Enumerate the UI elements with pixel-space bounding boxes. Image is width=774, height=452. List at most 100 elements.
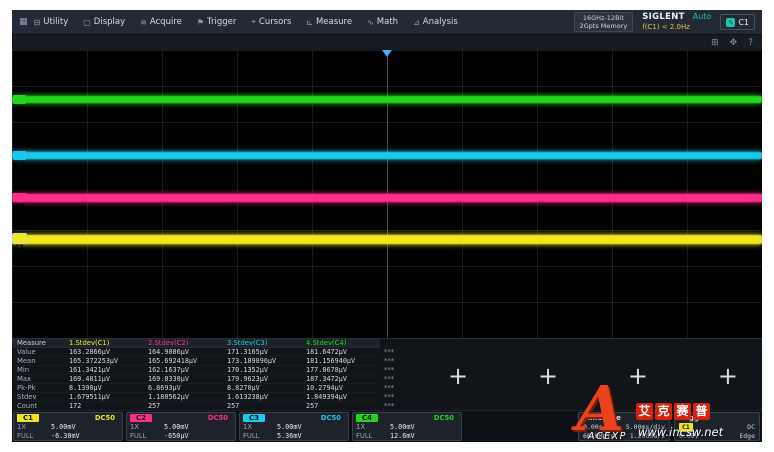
measure-cell: 1.180562µV bbox=[143, 393, 222, 402]
measure-cell: 179.9623µV bbox=[222, 375, 301, 384]
help-icon[interactable]: ? bbox=[748, 36, 753, 50]
measure-cell: 177.0678µV bbox=[301, 366, 380, 375]
measure-cell: 187.3472µV bbox=[301, 375, 380, 384]
analysis-icon: ⊿ bbox=[413, 18, 420, 27]
status-cluster: 16GHz-12Bit 2Gpts Memory SIGLENT Auto f(… bbox=[574, 12, 756, 32]
menu-item-math[interactable]: ∿ Math bbox=[367, 17, 398, 27]
measure-cell: 165.372253µV bbox=[64, 357, 143, 366]
menu-item-label: Display bbox=[94, 17, 125, 27]
channel-offset-marker-c3[interactable]: C3 bbox=[13, 151, 26, 160]
probe-label: 1X bbox=[243, 423, 273, 431]
measure-table: Measure 1.Stdev(C1) 2.Stdev(C2) 3.Stdev(… bbox=[12, 339, 380, 411]
coupling-label: DC50 bbox=[160, 414, 232, 422]
menu-item-cursors[interactable]: ⌖ Cursors bbox=[251, 17, 291, 27]
measure-col-header: 2.Stdev(C2) bbox=[143, 339, 222, 348]
menu-item-analysis[interactable]: ⊿ Analysis bbox=[413, 17, 458, 27]
menu-item-label: Measure bbox=[316, 17, 352, 27]
system-info-badge[interactable]: 16GHz-12Bit 2Gpts Memory bbox=[574, 12, 634, 32]
brand-block: SIGLENT Auto f(C1) < 2.0Hz bbox=[642, 12, 711, 32]
menu-item-label: Cursors bbox=[259, 17, 291, 27]
watermark-brand-cn: 艾 克 赛 普 bbox=[636, 403, 710, 420]
measure-cell: 169.0330µV bbox=[143, 375, 222, 384]
acquisition-mode-badge[interactable]: Auto bbox=[693, 12, 712, 21]
bandwidth-label: 16GHz-12Bit bbox=[580, 14, 628, 22]
measure-cell: 173.189896µV bbox=[222, 357, 301, 366]
empty-measure-value: *** bbox=[384, 366, 394, 375]
scale-value: 5.00mV bbox=[386, 423, 458, 431]
probe-label: 1X bbox=[356, 423, 386, 431]
measure-cell: 6.8693µV bbox=[143, 384, 222, 393]
move-icon[interactable]: ✥ bbox=[730, 36, 738, 50]
channel-offset-marker-c4[interactable]: C4 bbox=[13, 95, 26, 104]
bandwidth-label: FULL bbox=[243, 432, 273, 440]
measure-cell: 181.6472µV bbox=[301, 348, 380, 357]
empty-measure-value: *** bbox=[384, 393, 394, 402]
measure-row-label: Stdev bbox=[12, 393, 64, 402]
coupling-label: DC50 bbox=[273, 414, 345, 422]
scale-value: 5.00mV bbox=[160, 423, 232, 431]
measure-cell: 170.1352µV bbox=[222, 366, 301, 375]
menu-item-display[interactable]: ▢ Display bbox=[83, 17, 125, 27]
trigger-level-marker[interactable] bbox=[756, 194, 762, 202]
memory-label: 2Gpts Memory bbox=[580, 22, 628, 30]
measure-row-label: Mean bbox=[12, 357, 64, 366]
menu-item-trigger[interactable]: ⚑ Trigger bbox=[197, 17, 237, 27]
menu-bar: ▦ ⊟ Utility ▢ Display ≋ Acquire ⚑ Trigge… bbox=[12, 10, 762, 34]
channel-tag-label: C4 bbox=[15, 104, 24, 112]
menu-item-utility[interactable]: ⊟ Utility bbox=[34, 17, 69, 27]
measure-col-header: 1.Stdev(C1) bbox=[64, 339, 143, 348]
measure-cell: 181.156940µV bbox=[301, 357, 380, 366]
grid-icon[interactable]: ⊞ bbox=[711, 36, 719, 50]
channel-tag-label: C3 bbox=[15, 160, 24, 168]
offset-value: 12.6mV bbox=[386, 432, 458, 440]
acquire-icon: ≋ bbox=[140, 18, 147, 27]
trigger-flag-icon: ⚑ bbox=[197, 18, 204, 27]
menu-item-measure[interactable]: ⊾ Measure bbox=[306, 17, 352, 27]
trace-c3 bbox=[12, 152, 762, 159]
frequency-counter: f(C1) < 2.0Hz bbox=[642, 23, 711, 32]
channel-chip: C2 bbox=[130, 414, 152, 422]
measure-row-label: Pk-Pk bbox=[12, 384, 64, 393]
measure-row-label: Min bbox=[12, 366, 64, 375]
channel-chip: C3 bbox=[243, 414, 265, 422]
bandwidth-label: FULL bbox=[17, 432, 47, 440]
trigger-position-marker[interactable] bbox=[382, 50, 392, 57]
measure-cell: 8.8270µV bbox=[222, 384, 301, 393]
watermark-cn-char: 赛 bbox=[674, 403, 691, 420]
measure-cell: 161.3421µV bbox=[64, 366, 143, 375]
waveform-display[interactable]: C4 C3 C2 C1 bbox=[12, 50, 762, 338]
menu-item-acquire[interactable]: ≋ Acquire bbox=[140, 17, 182, 27]
menu-item-label: Analysis bbox=[423, 17, 458, 27]
channel-tag-label: C1 bbox=[15, 243, 24, 251]
watermark-cn-char: 普 bbox=[693, 403, 710, 420]
measure-cell: 171.3165µV bbox=[222, 348, 301, 357]
histogram-cross-icon: + bbox=[448, 362, 468, 390]
channel-offset-marker-c1[interactable]: C1 bbox=[13, 234, 26, 243]
menu-item-label: Acquire bbox=[150, 17, 182, 27]
channel-chip: C1 bbox=[17, 414, 39, 422]
cursors-icon: ⌖ bbox=[251, 17, 256, 27]
channel-descriptor-c3[interactable]: C3 DC50 1X 5.00mV FULL 5.36mV bbox=[239, 412, 349, 441]
coupling-label: DC50 bbox=[386, 414, 458, 422]
measure-col-header: 3.Stdev(C3) bbox=[222, 339, 301, 348]
channel-descriptor-c4[interactable]: C4 DC50 1X 5.00mV FULL 12.6mV bbox=[352, 412, 462, 441]
utility-icon: ⊟ bbox=[34, 18, 41, 27]
channel-descriptor-c1[interactable]: C1 DC50 1X 5.00mV FULL -6.30mV bbox=[13, 412, 123, 441]
math-icon: ∿ bbox=[367, 18, 374, 27]
brand-logo: SIGLENT bbox=[642, 13, 685, 22]
watermark-cn-char: 艾 bbox=[636, 403, 653, 420]
channel-offset-marker-c2[interactable]: C2 bbox=[13, 193, 26, 202]
home-menu-icon[interactable]: ▦ bbox=[19, 17, 28, 27]
trace-c2 bbox=[12, 194, 762, 202]
page: ▦ ⊟ Utility ▢ Display ≋ Acquire ⚑ Trigge… bbox=[0, 0, 774, 452]
probe-label: 1X bbox=[17, 423, 47, 431]
channel-descriptor-c2[interactable]: C2 DC50 1X 5.00mV FULL -650µV bbox=[126, 412, 236, 441]
secondary-toolbar: ⊞ ✥ ? bbox=[12, 34, 762, 50]
histogram-cross-icon: + bbox=[628, 362, 648, 390]
active-channel-badge[interactable]: ∿ C1 bbox=[720, 14, 755, 30]
watermark: A ACEXP 艾 克 赛 普 www.incsw.net bbox=[576, 390, 772, 450]
measure-row-label: Value bbox=[12, 348, 64, 357]
measure-cell: 169.4811µV bbox=[64, 375, 143, 384]
trace-c4 bbox=[12, 96, 762, 103]
watermark-url: www.incsw.net bbox=[638, 425, 723, 439]
